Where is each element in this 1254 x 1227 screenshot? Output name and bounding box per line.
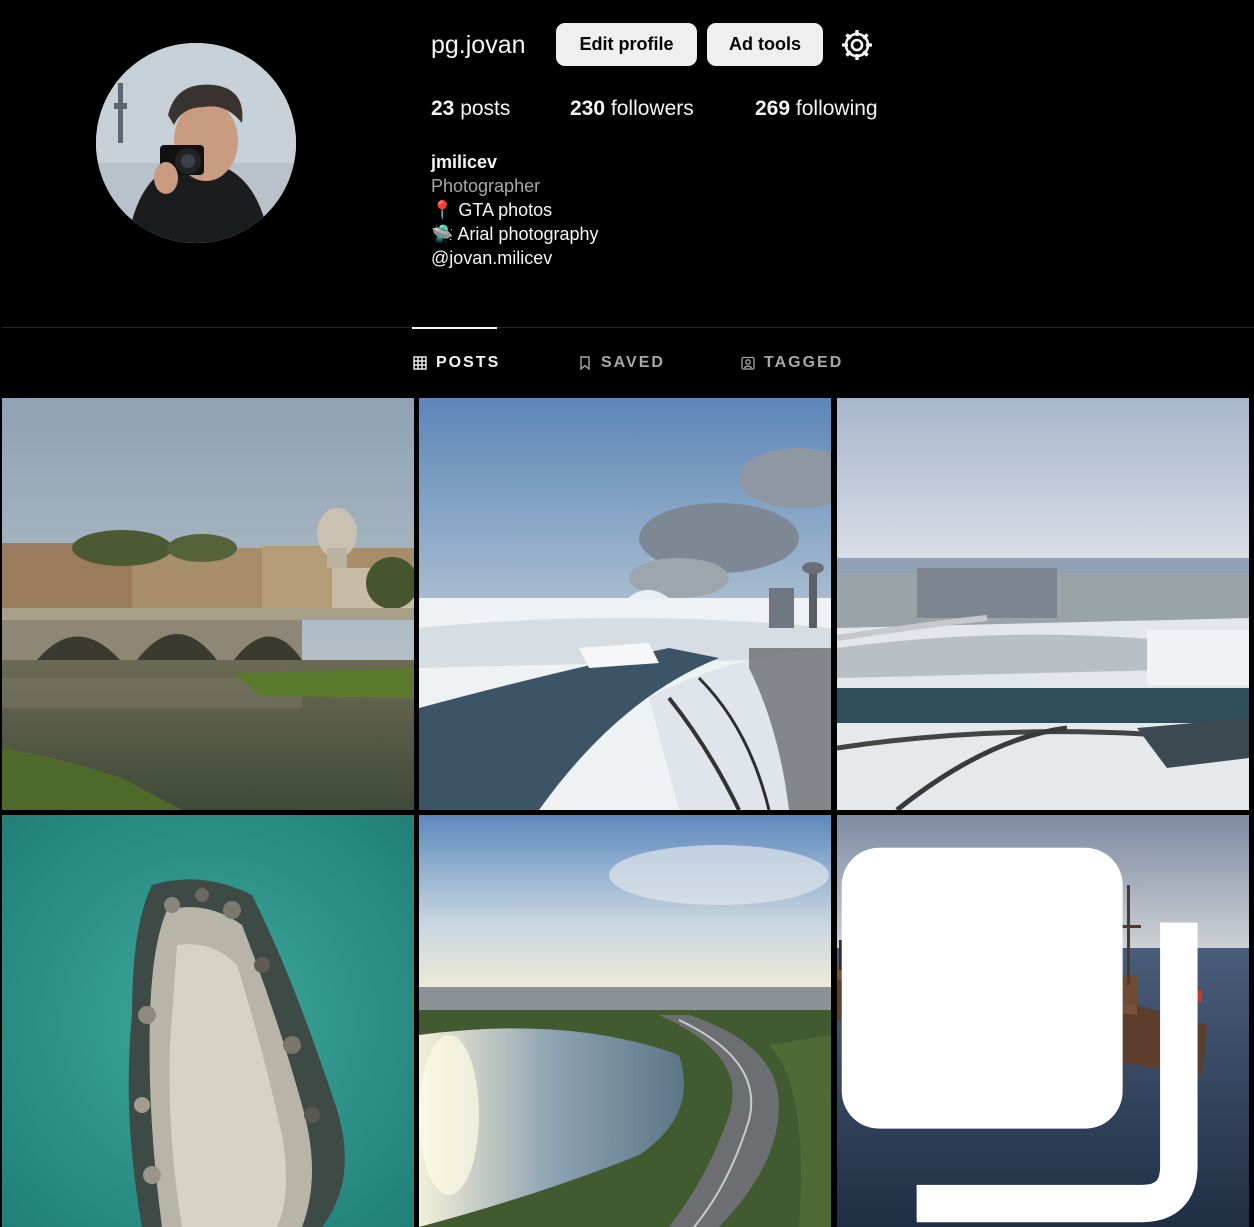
post-tile[interactable] <box>2 398 414 810</box>
tab-saved-label: SAVED <box>601 354 665 371</box>
post-tile[interactable] <box>419 815 831 1227</box>
posts-count-link: 23 posts <box>431 97 510 121</box>
rock-pier-aerial-photo <box>2 815 414 1227</box>
grid-icon <box>413 356 427 370</box>
tab-saved[interactable]: SAVED <box>578 354 665 372</box>
tab-posts-label: POSTS <box>436 354 501 371</box>
post-tile[interactable] <box>837 815 1249 1227</box>
bio-name: jmilicev <box>431 152 498 172</box>
settings-icon[interactable] <box>840 28 874 62</box>
post-tile[interactable] <box>419 398 831 810</box>
rome-bridge-photo <box>2 398 414 810</box>
bio-line-location: 📍 GTA photos <box>431 200 553 220</box>
ad-tools-button[interactable]: Ad tools <box>707 23 823 66</box>
tab-tagged-label: TAGGED <box>764 354 844 371</box>
tabs-divider <box>2 327 1254 328</box>
profile-username: pg.jovan <box>431 31 526 59</box>
followers-label: followers <box>610 97 694 120</box>
bio-mention-link[interactable]: @jovan.milicev <box>431 246 599 270</box>
following-count: 269 <box>755 97 791 120</box>
followers-count: 230 <box>570 97 606 120</box>
following-label: following <box>795 97 878 120</box>
tab-posts[interactable]: POSTS <box>413 354 500 372</box>
post-tile[interactable] <box>2 815 414 1227</box>
active-tab-indicator <box>412 327 497 329</box>
tab-tagged[interactable]: TAGGED <box>741 354 843 372</box>
bookmark-icon <box>580 356 590 370</box>
posts-count: 23 <box>431 97 455 120</box>
tagged-icon <box>741 356 755 370</box>
highway-lake-aerial-photo <box>419 815 831 1227</box>
posts-label: posts <box>460 97 511 120</box>
post-tile[interactable] <box>837 398 1249 810</box>
profile-bio: jmilicev Photographer 📍 GTA photos 🛸 Ari… <box>431 150 599 270</box>
profile-avatar[interactable] <box>96 43 296 243</box>
niagara-falls-winter-photo <box>419 398 831 810</box>
bio-category: Photographer <box>431 176 541 196</box>
bio-line-aerial: 🛸 Arial photography <box>431 224 599 244</box>
followers-link[interactable]: 230 followers <box>570 97 694 121</box>
niagara-aerial-photo <box>837 398 1249 810</box>
edit-profile-button[interactable]: Edit profile <box>556 23 697 66</box>
following-link[interactable]: 269 following <box>755 97 878 121</box>
photographer-portrait <box>96 43 296 243</box>
multiple-photos-icon <box>841 847 1198 1223</box>
